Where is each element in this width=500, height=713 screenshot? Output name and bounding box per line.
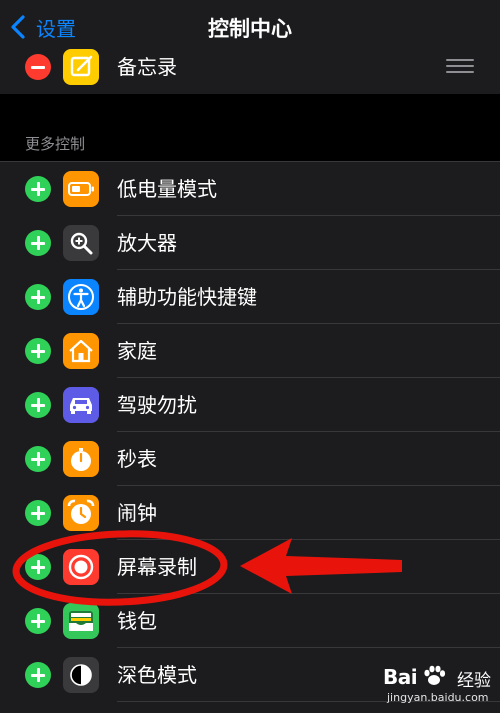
add-button[interactable] xyxy=(25,392,51,418)
car-icon xyxy=(63,387,99,423)
control-label: 驾驶勿扰 xyxy=(117,393,197,417)
control-row-stopwatch[interactable]: 秒表 xyxy=(0,432,500,486)
add-button[interactable] xyxy=(25,284,51,310)
control-label: 秒表 xyxy=(117,447,157,471)
wallet-icon xyxy=(63,603,99,639)
control-label: 屏幕录制 xyxy=(117,555,197,579)
control-row-alarm[interactable]: 闹钟 xyxy=(0,486,500,540)
section-header-more-controls: 更多控制 xyxy=(25,135,86,153)
home-icon xyxy=(63,333,99,369)
magnifier-icon xyxy=(63,225,99,261)
add-button[interactable] xyxy=(25,338,51,364)
reorder-handle[interactable] xyxy=(446,59,474,75)
baidu-jingyan-watermark: Bai 经验 jingyan.baidu.com xyxy=(383,665,495,711)
add-button[interactable] xyxy=(25,230,51,256)
control-row-do-not-disturb-while-driving[interactable]: 驾驶勿扰 xyxy=(0,378,500,432)
control-label: 放大器 xyxy=(117,231,177,255)
control-label: 低电量模式 xyxy=(117,177,217,201)
control-row-accessibility-shortcut[interactable]: 辅助功能快捷键 xyxy=(0,270,500,324)
paw-icon xyxy=(424,665,446,685)
control-row-low-power-mode[interactable]: 低电量模式 xyxy=(0,162,500,216)
control-row-home[interactable]: 家庭 xyxy=(0,324,500,378)
screen-recording-icon xyxy=(63,549,99,585)
page-title: 控制中心 xyxy=(208,17,292,41)
dark-mode-icon xyxy=(63,657,99,693)
control-label: 钱包 xyxy=(117,609,157,633)
add-button[interactable] xyxy=(25,500,51,526)
notes-icon xyxy=(63,49,99,85)
low-power-mode-icon xyxy=(63,171,99,207)
add-button[interactable] xyxy=(25,176,51,202)
control-row-wallet[interactable]: 钱包 xyxy=(0,594,500,648)
add-button[interactable] xyxy=(25,662,51,688)
control-label: 辅助功能快捷键 xyxy=(117,285,257,309)
add-button[interactable] xyxy=(25,608,51,634)
control-label: 深色模式 xyxy=(117,663,197,687)
stopwatch-icon xyxy=(63,441,99,477)
control-label: 备忘录 xyxy=(117,55,177,79)
control-row-magnifier[interactable]: 放大器 xyxy=(0,216,500,270)
add-button[interactable] xyxy=(25,554,51,580)
control-label: 家庭 xyxy=(117,339,157,363)
included-control-notes: 备忘录 xyxy=(0,40,500,94)
watermark-jingyan: 经验 xyxy=(457,671,491,691)
remove-button[interactable] xyxy=(25,54,51,80)
control-label: 闹钟 xyxy=(117,501,157,525)
accessibility-icon xyxy=(63,279,99,315)
alarm-icon xyxy=(63,495,99,531)
add-button[interactable] xyxy=(25,446,51,472)
watermark-brand: Bai xyxy=(383,665,418,689)
control-row-screen-recording[interactable]: 屏幕录制 xyxy=(0,540,500,594)
watermark-url: jingyan.baidu.com xyxy=(387,691,489,704)
